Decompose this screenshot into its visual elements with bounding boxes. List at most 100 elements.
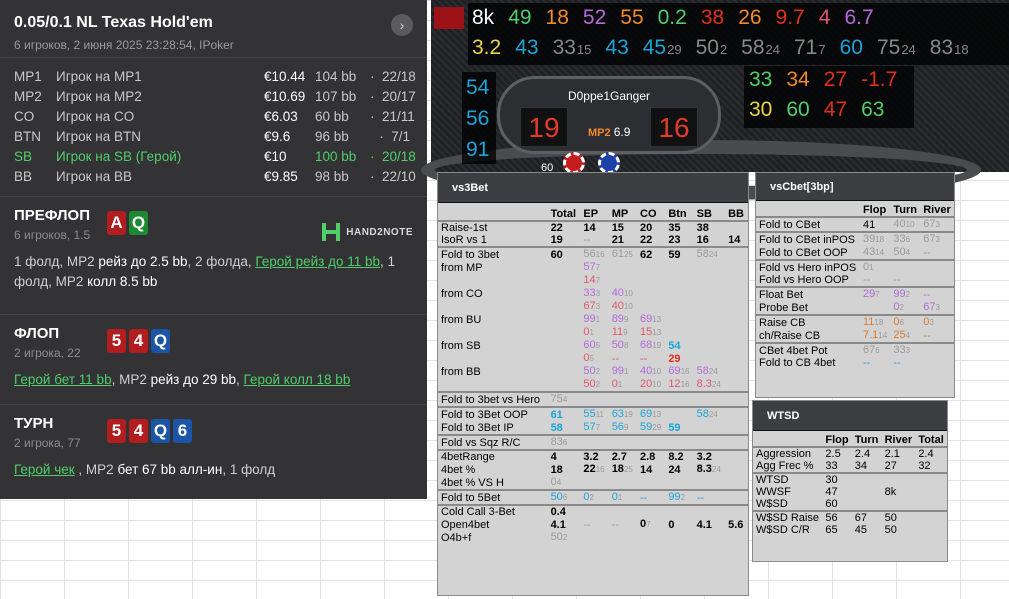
stat-row[interactable]: Fold to CBet inPOS 3918 336 673: [756, 231, 954, 246]
stat-row[interactable]: Cold Call 3-Bet 0.4: [438, 504, 748, 518]
player-position: MP2: [14, 88, 42, 104]
stat-cell: 35: [665, 220, 694, 234]
stat-cell: 18: [548, 463, 581, 476]
stat-row[interactable]: Fold vs Hero OOP -- --: [756, 274, 954, 287]
player-stack: €9.6: [264, 128, 291, 144]
player-stack: €10: [264, 148, 287, 164]
stat-value: 75: [550, 393, 563, 405]
playing-card: 5: [107, 419, 126, 443]
stat-cell: [694, 421, 725, 435]
player-row[interactable]: SB Игрок на SB (Герой) €10 100 bb · 20/18: [14, 146, 416, 166]
stat-row[interactable]: 05 -- -- 29: [438, 352, 748, 365]
vs3bet-panel[interactable]: vs3Bet Total EP MP CO Btn SB BB Raise-1st 22 14 15…: [437, 172, 749, 596]
player-stats: · 20/18: [370, 149, 416, 164]
stat-row[interactable]: 4bet % 18 2216 1825 14 24 8.324: [438, 463, 748, 476]
stat-row[interactable]: Aggression 2.5 2.4 2.1 2.4: [753, 446, 947, 460]
stat-label: Raise-1st: [438, 220, 548, 234]
stat-row[interactable]: W$SD Raise 56 67 50: [753, 510, 947, 524]
vscbet-panel[interactable]: vsCbet[3bp] Flop Turn River Fold to CBet 41 4…: [755, 172, 955, 398]
stat-sample: 25: [623, 250, 633, 259]
stat-cell: [694, 274, 725, 287]
stat-cell: [851, 472, 882, 486]
stat-row[interactable]: Fold vs Hero inPOS 01: [756, 259, 954, 274]
stat-row[interactable]: WTSD 30: [753, 472, 947, 486]
stat-row[interactable]: Agg Frec % 33 34 27 32: [753, 460, 947, 473]
stat-cell: 5824: [694, 365, 725, 378]
street-actions: Герой бет 11 bb, MP2 рейз до 29 bb, Геро…: [14, 370, 413, 400]
wtsd-panel[interactable]: WTSD Flop Turn River Total Aggression 2.5 2.4 2…: [752, 400, 948, 562]
stat-value: 47: [825, 486, 838, 498]
player-row[interactable]: CO Игрок на CO €6.03 60 bb · 21/11: [14, 106, 415, 126]
stat-cell: 8k: [882, 486, 916, 498]
chevron-right-icon[interactable]: ›: [391, 14, 413, 36]
stat-row[interactable]: W$SD C/R 65 45 50: [753, 524, 947, 536]
separator-dot: ·: [370, 68, 375, 84]
stat-row[interactable]: Raise-1st 22 14 15 20 35 38: [438, 220, 748, 234]
stat-row[interactable]: Fold to 3bet 60 5616 6125 62 59 5824: [438, 246, 748, 261]
stat-row[interactable]: Float Bet 297 992 --: [756, 286, 954, 301]
stat-label: IsoR vs 1: [441, 234, 487, 246]
street-actions: 1 фолд, MP2 рейз до 2.5 bb, 2 фолда, Гер…: [14, 252, 413, 302]
player-nameplate[interactable]: D0ppe1Ganger 19 16 MP2 6.9: [497, 76, 721, 154]
player-stack: €10.44: [264, 68, 306, 84]
stat-cell: 2216: [580, 463, 608, 476]
stat-sample: 18: [874, 318, 884, 327]
stat-cell: 504: [890, 246, 920, 260]
stat-row[interactable]: 673 4010: [438, 300, 748, 313]
stat-value: --: [893, 357, 901, 369]
player-stack-bb: 107 bb: [315, 88, 357, 104]
stat-cell: [548, 352, 581, 365]
stat-row[interactable]: from BU 991 899 6913: [438, 313, 748, 326]
stat-value: 2.7: [611, 451, 627, 463]
hud-left-box: 19: [520, 107, 568, 147]
stat-value: 83: [550, 436, 563, 448]
column-header: EP: [583, 208, 599, 220]
player-stats: · 22/10: [370, 169, 416, 184]
stat-row[interactable]: WWSF 47 8k: [753, 486, 947, 498]
player-row[interactable]: MP2 Игрок на MP2 €10.69 107 bb · 20/17: [14, 86, 416, 106]
stat-row[interactable]: 147: [438, 274, 748, 287]
chip-icon: [598, 152, 620, 174]
street-subtitle: 2 игрока, 77: [14, 436, 81, 450]
player-row[interactable]: MP1 Игрок на MP1 €10.44 104 bb · 22/18: [14, 66, 416, 86]
stat-row[interactable]: from CO 333 4010: [438, 287, 748, 300]
stat-row[interactable]: ch/Raise CB 7.114 254 --: [756, 329, 954, 343]
stat-cell: [580, 531, 608, 544]
stat-cell: [920, 274, 954, 287]
stat-row[interactable]: Probe Bet 02 673: [756, 301, 954, 315]
stat-cell: 4314: [860, 246, 890, 260]
stat-row[interactable]: CBet 4bet Pot 676 333: [756, 342, 954, 357]
stat-row[interactable]: Fold to CB 4bet -- --: [756, 357, 954, 369]
stat-row[interactable]: Fold to 5Bet 506 02 01 -- 992 --: [438, 489, 748, 505]
stat-row[interactable]: 502 01 2010 1216 8.324: [438, 378, 748, 392]
stat-row[interactable]: Fold to 3Bet IP 58 577 569 5929 59: [438, 421, 748, 435]
stat-cell: [665, 261, 693, 274]
stat-row[interactable]: from BB 502 991 4010 6916 5824: [438, 365, 748, 378]
stat-value: 22: [583, 463, 596, 475]
stat-cell: --: [637, 489, 666, 505]
stat-row[interactable]: from SB 605 508 6819 54: [438, 339, 748, 352]
stat-row[interactable]: 4betRange 4 3.2 2.7 2.8 8.2 3.2: [438, 449, 748, 463]
player-row[interactable]: BB Игрок на BB €9.85 98 bb · 22/10: [14, 166, 416, 186]
stat-row[interactable]: from MP 577: [438, 261, 748, 274]
stat-value: 18: [550, 463, 563, 476]
stat-row[interactable]: Fold to CBet 41 4010 673: [756, 216, 954, 232]
stat-row[interactable]: W$SD 60: [753, 498, 947, 511]
stat-row[interactable]: 4bet % VS H 04: [438, 476, 748, 490]
stat-row[interactable]: O4b+f 502: [438, 531, 748, 544]
stat-row[interactable]: Fold to CBet OOP 4314 504 --: [756, 246, 954, 260]
stat-cell: 991: [609, 365, 637, 378]
stat-row[interactable]: Fold vs Sqz R/C 836: [438, 434, 748, 450]
stat-row[interactable]: Raise CB 1118 06 03: [756, 314, 954, 329]
stat-cell: 2.7: [608, 449, 637, 463]
stat-cell: 6916: [665, 365, 693, 378]
stat-row[interactable]: 01 119 1513: [438, 326, 748, 339]
stat-row[interactable]: IsoR vs 1 19 -- 21 22 23 16 14: [438, 234, 748, 247]
stat-row[interactable]: Fold to 3bet vs Hero 754: [438, 391, 748, 407]
player-row[interactable]: BTN Игрок на BTN €9.6 96 bb · 7/1: [14, 126, 413, 146]
stat-row[interactable]: Fold to 3Bet OOP 61 5511 6319 6913 5824: [438, 406, 748, 421]
stat-sample: 6: [562, 438, 568, 447]
action-text: , MP2: [74, 462, 118, 477]
stat-row[interactable]: Open4bet 4.1 -- -- 07 0 4.1 5.6: [438, 518, 748, 531]
stat-sample: 4: [905, 331, 911, 340]
